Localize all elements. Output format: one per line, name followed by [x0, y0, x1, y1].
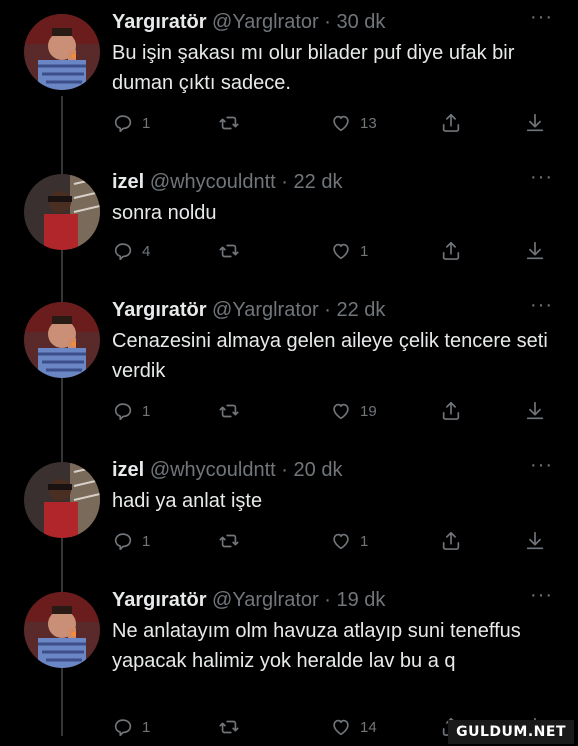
share-icon [442, 401, 460, 420]
separator-dot: · [324, 589, 331, 611]
download-icon [526, 113, 544, 132]
display-name[interactable]: Yargıratör [112, 11, 206, 33]
handle[interactable]: @whycouldntt [150, 459, 276, 481]
site-watermark: GULDUM.NET [448, 720, 574, 744]
retweet-icon [219, 116, 239, 130]
download-button[interactable] [524, 396, 546, 426]
retweet-button[interactable] [218, 236, 248, 266]
display-name[interactable]: Yargıratör [112, 589, 206, 611]
share-button[interactable] [440, 526, 462, 556]
tweet-header: Yargıratör @Yarglrator · 19 dk [112, 588, 385, 612]
separator-dot: · [281, 459, 288, 481]
like-button[interactable]: 1 [330, 526, 368, 556]
retweet-icon [219, 720, 239, 734]
retweet-icon [219, 404, 239, 418]
timestamp[interactable]: 22 dk [294, 171, 343, 193]
like-button[interactable]: 19 [330, 396, 377, 426]
reply-icon [114, 533, 132, 551]
timestamp[interactable]: 22 dk [336, 299, 385, 321]
like-count: 13 [360, 114, 377, 132]
more-options-button[interactable]: ··· [530, 455, 553, 475]
avatar[interactable] [24, 302, 100, 378]
tweet-text: Cenazesini almaya gelen aileye çelik ten… [112, 330, 548, 382]
like-count: 14 [360, 718, 377, 736]
reply-button[interactable]: 1 [112, 712, 150, 742]
download-icon [526, 241, 544, 260]
reply-icon [114, 115, 132, 133]
separator-dot: · [324, 299, 331, 321]
tweet-actions: 4 1 [0, 236, 578, 266]
avatar[interactable] [24, 592, 100, 668]
reply-count: 1 [142, 532, 151, 550]
like-button[interactable]: 14 [330, 712, 377, 742]
tweet-header: Yargıratör @Yarglrator · 22 dk [112, 298, 385, 322]
tweet-text: sonra noldu [112, 202, 217, 224]
reply-count: 1 [142, 114, 151, 132]
share-button[interactable] [440, 236, 462, 266]
display-name[interactable]: izel [112, 459, 144, 481]
tweet-text: Bu işin şakası mı olur bilader puf diye … [112, 42, 515, 94]
heart-icon [333, 403, 349, 420]
timestamp[interactable]: 20 dk [294, 459, 343, 481]
reply-icon [114, 243, 132, 261]
download-button[interactable] [524, 526, 546, 556]
retweet-button[interactable] [218, 526, 248, 556]
retweet-button[interactable] [218, 108, 248, 138]
tweet-actions: 1 19 [0, 396, 578, 426]
reply-icon [114, 719, 132, 737]
timestamp[interactable]: 30 dk [336, 11, 385, 33]
like-count: 19 [360, 402, 377, 420]
reply-button[interactable]: 1 [112, 108, 150, 138]
timestamp[interactable]: 19 dk [336, 589, 385, 611]
more-options-button[interactable]: ··· [530, 295, 553, 315]
download-icon [526, 401, 544, 420]
tweet-header: izel @whycouldntt · 20 dk [112, 458, 342, 482]
retweet-icon [219, 244, 239, 258]
display-name[interactable]: Yargıratör [112, 299, 206, 321]
avatar[interactable] [24, 14, 100, 90]
like-count: 1 [360, 242, 369, 260]
like-button[interactable]: 1 [330, 236, 368, 266]
reply-count: 1 [142, 402, 151, 420]
download-button[interactable] [524, 236, 546, 266]
tweet-actions: 1 13 [0, 108, 578, 138]
reply-button[interactable]: 4 [112, 236, 150, 266]
heart-icon [333, 115, 349, 132]
heart-icon [333, 719, 349, 736]
handle[interactable]: @Yarglrator [212, 11, 319, 33]
separator-dot: · [324, 11, 331, 33]
like-button[interactable]: 13 [330, 108, 377, 138]
share-icon [442, 113, 460, 132]
more-options-button[interactable]: ··· [530, 585, 553, 605]
reply-icon [114, 403, 132, 421]
handle[interactable]: @whycouldntt [150, 171, 276, 193]
share-icon [442, 531, 460, 550]
reply-button[interactable]: 1 [112, 396, 150, 426]
download-button[interactable] [524, 108, 546, 138]
heart-icon [333, 243, 349, 260]
handle[interactable]: @Yarglrator [212, 589, 319, 611]
tweet-header: Yargıratör @Yarglrator · 30 dk [112, 10, 385, 34]
download-icon [526, 531, 544, 550]
tweet-text: Ne anlatayım olm havuza atlayıp suni ten… [112, 620, 521, 672]
more-options-button[interactable]: ··· [530, 7, 553, 27]
reply-count: 4 [142, 242, 151, 260]
share-button[interactable] [440, 396, 462, 426]
tweet-actions: 1 1 [0, 526, 578, 556]
reply-count: 1 [142, 718, 151, 736]
retweet-icon [219, 534, 239, 548]
tweet-header: izel @whycouldntt · 22 dk [112, 170, 342, 194]
tweet-text: hadi ya anlat işte [112, 490, 263, 512]
heart-icon [333, 533, 349, 550]
reply-button[interactable]: 1 [112, 526, 150, 556]
like-count: 1 [360, 532, 369, 550]
separator-dot: · [281, 171, 288, 193]
more-options-button[interactable]: ··· [530, 167, 553, 187]
share-icon [442, 241, 460, 260]
handle[interactable]: @Yarglrator [212, 299, 319, 321]
display-name[interactable]: izel [112, 171, 144, 193]
share-button[interactable] [440, 108, 462, 138]
retweet-button[interactable] [218, 712, 248, 742]
retweet-button[interactable] [218, 396, 248, 426]
